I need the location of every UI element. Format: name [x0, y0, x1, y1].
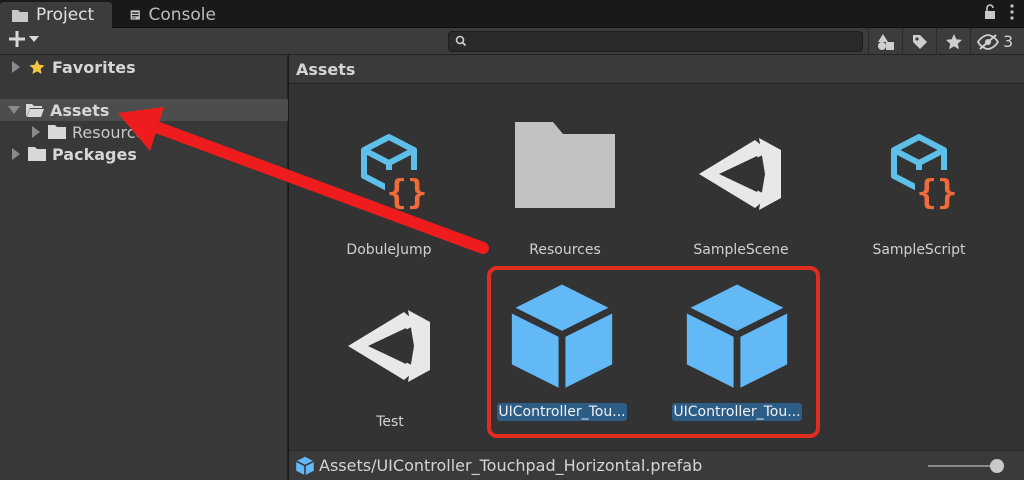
- tree-item-label: Resources: [72, 122, 154, 142]
- plus-icon: [9, 31, 25, 47]
- expand-arrow-icon[interactable]: [30, 126, 42, 138]
- folder-icon: [48, 125, 66, 139]
- tag-icon: [912, 34, 927, 49]
- expand-arrow-icon[interactable]: [10, 61, 22, 73]
- toolbar-filters: 3: [868, 28, 1019, 55]
- folder-icon: [28, 147, 46, 161]
- console-icon: [130, 10, 140, 20]
- tab-bar: Project Console: [0, 0, 1024, 28]
- svg-text:{}: {}: [387, 173, 428, 213]
- icon-size-slider-handle[interactable]: [990, 459, 1004, 473]
- svg-text:{}: {}: [917, 173, 958, 213]
- asset-item[interactable]: {} SampleScript: [844, 122, 994, 282]
- tree-item-packages[interactable]: Packages: [0, 143, 288, 165]
- tab-project-label: Project: [36, 5, 95, 25]
- selection-highlight-box: [487, 266, 820, 438]
- folder-icon: [12, 10, 28, 22]
- window-controls: [984, 4, 1014, 20]
- star-icon: [29, 60, 45, 74]
- more-options-icon[interactable]: [1010, 4, 1014, 20]
- filter-by-label-button[interactable]: [902, 28, 936, 55]
- expand-arrow-icon[interactable]: [10, 148, 22, 160]
- asset-item[interactable]: SampleScene: [666, 122, 816, 282]
- asset-label: DobuleJump: [346, 242, 432, 258]
- tree-item-label: Packages: [52, 144, 137, 164]
- icon-size-slider[interactable]: [928, 465, 998, 467]
- search-icon: [455, 35, 467, 47]
- tab-project[interactable]: Project: [0, 2, 112, 28]
- create-asset-button[interactable]: [8, 30, 39, 48]
- tree-item-label: Favorites: [52, 57, 136, 77]
- folder-open-icon: [26, 104, 44, 117]
- hidden-count-label: 3: [1003, 32, 1014, 51]
- search-input[interactable]: [448, 31, 863, 52]
- asset-label: Test: [376, 414, 404, 430]
- breadcrumb-assets[interactable]: Assets: [296, 60, 355, 79]
- unity-scene-icon: [699, 138, 781, 210]
- asset-label: SampleScene: [693, 242, 789, 258]
- asset-label: Resources: [529, 242, 601, 258]
- collapse-arrow-icon[interactable]: [8, 104, 20, 116]
- eye-hidden-icon: [977, 33, 999, 50]
- prefab-icon: [295, 456, 315, 475]
- chevron-down-icon: [29, 36, 39, 42]
- tree-item-favorites[interactable]: Favorites: [0, 56, 288, 78]
- csharp-script-icon: {}: [361, 134, 429, 213]
- tab-console[interactable]: Console: [118, 2, 228, 28]
- tree-item-label: Assets: [50, 100, 110, 120]
- selected-path: Assets/UIController_Touchpad_Horizontal.…: [319, 456, 703, 475]
- hidden-packages-toggle[interactable]: 3: [970, 28, 1019, 55]
- favorites-filter-button[interactable]: [936, 28, 970, 55]
- shapes-icon: [877, 33, 894, 50]
- asset-item[interactable]: Test: [315, 294, 465, 454]
- star-icon: [945, 33, 962, 49]
- folder-icon: [515, 122, 615, 208]
- asset-item[interactable]: Resources: [490, 122, 640, 282]
- tab-console-label: Console: [148, 5, 217, 25]
- asset-label: SampleScript: [872, 242, 966, 258]
- asset-item[interactable]: {} DobuleJump: [314, 122, 464, 282]
- folder-tree: Favorites Assets Resources Packages: [0, 55, 288, 480]
- csharp-script-icon: {}: [891, 134, 959, 213]
- filter-by-type-button[interactable]: [868, 28, 902, 55]
- breadcrumb: Assets: [289, 55, 1024, 84]
- lock-icon[interactable]: [984, 4, 996, 20]
- unity-scene-icon: [348, 310, 430, 382]
- tree-item-assets[interactable]: Assets: [0, 99, 288, 121]
- selected-path-bar: Assets/UIController_Touchpad_Horizontal.…: [289, 450, 1024, 480]
- project-toolbar: 3: [0, 28, 1024, 55]
- tree-item-resources[interactable]: Resources: [0, 121, 288, 143]
